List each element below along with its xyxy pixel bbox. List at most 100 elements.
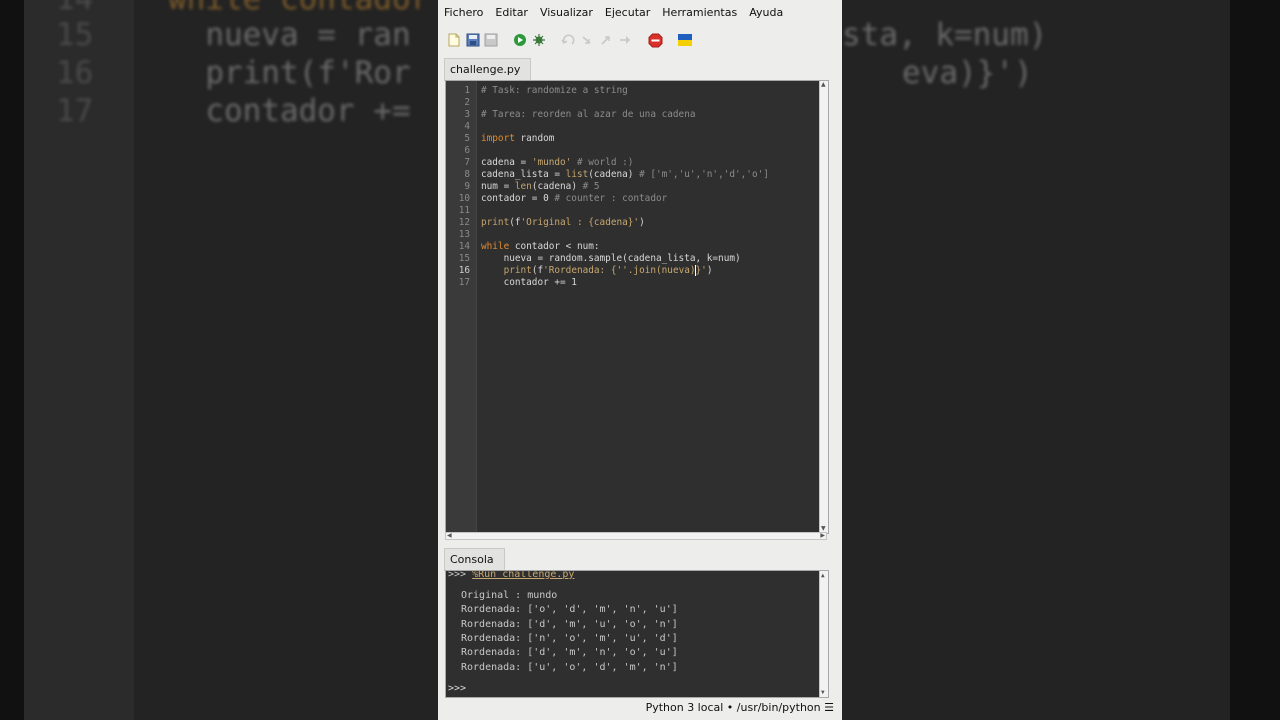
code-text[interactable]: cadena = 'mundo' # world :) (481, 157, 633, 169)
new-file-icon[interactable] (446, 32, 462, 48)
menu-herramientas[interactable]: Herramientas (656, 4, 743, 24)
menu-bar: Fichero Editar Visualizar Ejecutar Herra… (438, 4, 842, 24)
code-line[interactable]: 14 while contador < num: (446, 241, 826, 253)
debug-icon[interactable] (531, 32, 547, 48)
background-code-line: 15 nueva = ran (56, 16, 411, 54)
background-code-text: contador += (205, 93, 411, 129)
background-code-line: 17 contador += (56, 92, 411, 130)
code-line[interactable]: 15 nueva = random.sample(cadena_lista, k… (446, 253, 826, 265)
code-text[interactable]: # Tarea: reorden al azar de una cadena (481, 109, 695, 121)
background-code-text: nueva = ran (205, 17, 411, 53)
console-output-line: Original : mundo (461, 590, 558, 601)
code-line[interactable]: 6 (446, 145, 826, 157)
code-line[interactable]: 11 (446, 205, 826, 217)
code-line[interactable]: 10 contador = 0 # counter : contador (446, 193, 826, 205)
background-line-number: 17 (56, 93, 94, 129)
code-line[interactable]: 9 num = len(cadena) # 5 (446, 181, 826, 193)
line-number: 14 (458, 241, 470, 252)
console-panel[interactable]: >>> %Run challenge.py Original : mundo R… (445, 570, 829, 698)
line-number: 2 (464, 97, 470, 108)
code-text[interactable]: print(f'Rordenada: {''.join(nueva)}') (481, 265, 712, 277)
background-code-text: print(f'Ror (205, 55, 411, 91)
menu-fichero[interactable]: Fichero (438, 4, 489, 24)
code-line[interactable]: 8 cadena_lista = list(cadena) # ['m','u',… (446, 169, 826, 181)
background-code-text: sta, k=num) (842, 17, 1048, 53)
line-number: 8 (464, 169, 470, 180)
line-number: 10 (458, 193, 470, 204)
stop-icon[interactable] (647, 32, 663, 48)
code-text[interactable]: nueva = random.sample(cadena_lista, k=nu… (481, 253, 741, 265)
scroll-right-icon[interactable]: ▶ (820, 533, 825, 539)
code-line[interactable]: 3 # Tarea: reorden al azar de una cadena (446, 109, 826, 121)
code-text[interactable]: cadena_lista = list(cadena) # ['m','u','… (481, 169, 769, 181)
editor-vertical-scrollbar[interactable]: ▲ ▼ (819, 81, 828, 533)
redo-icon[interactable] (579, 32, 595, 48)
line-number: 17 (458, 277, 470, 288)
scroll-up-icon[interactable]: ▲ (821, 573, 825, 579)
status-bar: Python 3 local • /usr/bin/python ☰ (438, 698, 842, 720)
menu-ejecutar[interactable]: Ejecutar (599, 4, 656, 24)
code-line[interactable]: 4 (446, 121, 826, 133)
code-line[interactable]: 7 cadena = 'mundo' # world :) (446, 157, 826, 169)
line-number: 9 (464, 181, 470, 192)
thonny-window: Fichero Editar Visualizar Ejecutar Herra… (438, 0, 842, 720)
background-code-text: eva)}') (902, 55, 1033, 91)
line-number: 12 (458, 217, 470, 228)
scroll-left-icon[interactable]: ◀ (447, 533, 452, 539)
interpreter-selector[interactable]: Python 3 local • /usr/bin/python ☰ (646, 701, 842, 714)
run-icon[interactable] (512, 32, 528, 48)
background-line-number: 16 (56, 55, 94, 91)
code-text[interactable]: # Task: randomize a string (481, 85, 628, 97)
console-output-line: Rordenada: ['o', 'd', 'm', 'n', 'u'] (461, 604, 678, 615)
menu-visualizar[interactable]: Visualizar (534, 4, 599, 24)
code-line[interactable]: 2 (446, 97, 826, 109)
undo-icon[interactable] (560, 32, 576, 48)
background-line-number: 15 (56, 17, 94, 53)
scroll-up-icon[interactable]: ▲ (821, 82, 826, 88)
code-line[interactable]: 5 import random (446, 133, 826, 145)
console-prompt[interactable]: >>> (448, 683, 466, 694)
line-number: 4 (464, 121, 470, 132)
console-command-text: %Run challenge.py (472, 570, 575, 580)
scroll-down-icon[interactable]: ▼ (821, 690, 825, 696)
console-output-line: Rordenada: ['u', 'o', 'd', 'm', 'n'] (461, 662, 678, 673)
menu-ayuda[interactable]: Ayuda (743, 4, 789, 24)
line-number: 11 (458, 205, 470, 216)
background-left-panel: 14 while contador 15 nueva = ran 16 prin… (0, 0, 438, 720)
save-as-icon[interactable] (483, 32, 499, 48)
console-output-line: Rordenada: ['d', 'm', 'u', 'o', 'n'] (461, 619, 678, 630)
code-line[interactable]: 13 (446, 229, 826, 241)
editor-tab-strip: challenge.py (438, 58, 842, 81)
step-into-icon[interactable] (598, 32, 614, 48)
code-line[interactable]: 1 # Task: randomize a string (446, 85, 826, 97)
console-output-line: Rordenada: ['d', 'm', 'n', 'o', 'u'] (461, 647, 678, 658)
toolbar (446, 32, 836, 52)
tab-challenge-py[interactable]: challenge.py (444, 58, 532, 81)
code-text[interactable]: print(f'Original : {cadena}') (481, 217, 645, 229)
menu-editar[interactable]: Editar (489, 4, 534, 24)
line-number: 6 (464, 145, 470, 156)
code-text[interactable]: contador += 1 (481, 277, 577, 289)
code-editor[interactable]: 1 # Task: randomize a string 2 3 # Tarea: re… (445, 80, 829, 534)
background-right-panel: sta, k=num) eva)}') (842, 0, 1280, 720)
code-text[interactable]: import random (481, 133, 554, 145)
tab-consola[interactable]: Consola (444, 548, 505, 571)
code-line[interactable]: 16 print(f'Rordenada: {''.join(nueva)}') (446, 265, 826, 277)
step-over-icon[interactable] (617, 32, 633, 48)
line-number: 15 (458, 253, 470, 264)
code-text[interactable]: num = len(cadena) # 5 (481, 181, 600, 193)
ukraine-flag-icon (677, 32, 693, 48)
code-text[interactable]: contador = 0 # counter : contador (481, 193, 667, 205)
console-vertical-scrollbar[interactable]: ▲ ▼ (819, 571, 828, 697)
code-line[interactable]: 17 contador += 1 (446, 277, 826, 289)
background-line-number: 14 (56, 0, 93, 17)
line-number: 7 (464, 157, 470, 168)
code-line[interactable]: 12 print(f'Original : {cadena}') (446, 217, 826, 229)
background-edge (1230, 0, 1280, 720)
save-icon[interactable] (465, 32, 481, 48)
line-number: 16 (458, 265, 470, 276)
code-text[interactable]: while contador < num: (481, 241, 600, 253)
background-edge (0, 0, 24, 720)
editor-horizontal-scrollbar[interactable]: ◀ ▶ (445, 532, 827, 540)
console-run-command: >>> %Run challenge.py (448, 570, 575, 580)
